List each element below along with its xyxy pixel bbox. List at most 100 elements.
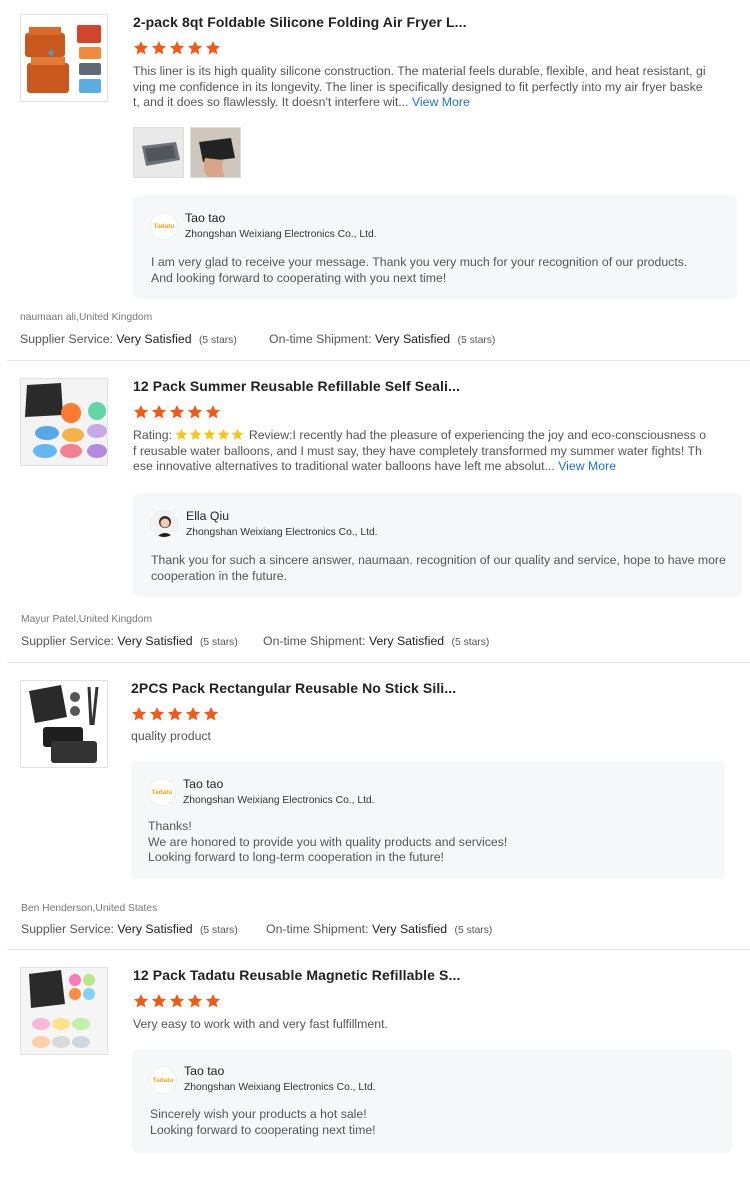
tadatu-logo-icon: Tadatu xyxy=(151,788,173,796)
shipment-value: Very Satisfied xyxy=(368,634,445,648)
supplier-service-stars: (5 stars) xyxy=(199,335,237,346)
review-text: quality product xyxy=(131,729,211,743)
star-icon xyxy=(205,41,221,55)
supplier-service-label: Supplier Service: xyxy=(20,332,113,346)
review-text: This liner is its high quality silicone … xyxy=(133,64,708,111)
shipment-label: On-time Shipment: xyxy=(266,922,369,936)
supplier-service: Supplier Service: Very Satisfied (5 star… xyxy=(21,634,238,648)
product-thumbnail[interactable] xyxy=(20,14,108,102)
star-icon xyxy=(151,41,167,55)
supplier-service: Supplier Service: Very Satisfied (5 star… xyxy=(21,922,238,936)
shipment-stars: (5 stars) xyxy=(451,637,490,648)
star-icon xyxy=(190,428,202,440)
shipment-stars: (5 stars) xyxy=(457,335,496,346)
product-title[interactable]: 12 Pack Tadatu Reusable Magnetic Refilla… xyxy=(133,967,460,983)
star-icon xyxy=(169,994,185,1008)
seller-avatar: Tadatu xyxy=(150,212,178,240)
seller-reply: Tadatu Tao tao Zhongshan Weixiang Electr… xyxy=(132,1049,732,1153)
seller-name: Tao tao xyxy=(185,211,226,225)
review-card: 12 Pack Summer Reusable Refillable Self … xyxy=(0,361,750,662)
seller-reply-text: Sincerely wish your products a hot sale!… xyxy=(150,1107,376,1137)
review-rating-prefix: Rating: xyxy=(133,428,172,442)
star-icon xyxy=(151,994,167,1008)
product-title[interactable]: 2PCS Pack Rectangular Reusable No Stick … xyxy=(131,680,456,696)
seller-reply: Ella Qiu Zhongshan Weixiang Electronics … xyxy=(133,493,742,597)
star-icon xyxy=(149,707,165,721)
seller-reply: Tadatu Tao tao Zhongshan Weixiang Electr… xyxy=(133,195,737,299)
on-time-shipment: On-time Shipment: Very Satisfied (5 star… xyxy=(263,634,489,648)
supplier-service: Supplier Service: Very Satisfied (5 star… xyxy=(20,332,237,346)
seller-avatar xyxy=(150,510,178,538)
supplier-service-value: Very Satisfied xyxy=(117,634,193,648)
seller-reply: Tadatu Tao tao Zhongshan Weixiang Electr… xyxy=(131,761,725,879)
review-card: 2-pack 8qt Foldable Silicone Folding Air… xyxy=(0,0,750,360)
supplier-service-stars: (5 stars) xyxy=(200,925,238,936)
review-card: 12 Pack Tadatu Reusable Magnetic Refilla… xyxy=(0,950,750,1179)
star-icon xyxy=(187,41,203,55)
review-text: Very easy to work with and very fast ful… xyxy=(133,1017,388,1031)
review-photo[interactable] xyxy=(190,127,241,178)
product-thumbnail[interactable] xyxy=(20,680,108,768)
star-icon xyxy=(203,707,219,721)
seller-reply-text: Thank you for such a sincere answer, nau… xyxy=(151,553,726,583)
star-icon xyxy=(133,405,149,419)
seller-company: Zhongshan Weixiang Electronics Co., Ltd. xyxy=(185,229,377,240)
supplier-service-stars: (5 stars) xyxy=(200,637,238,648)
product-title[interactable]: 12 Pack Summer Reusable Refillable Self … xyxy=(133,378,460,394)
star-icon xyxy=(169,405,185,419)
on-time-shipment: On-time Shipment: Very Satisfied (5 star… xyxy=(266,922,492,936)
seller-reply-text: I am very glad to receive your message. … xyxy=(151,255,688,285)
seller-company: Zhongshan Weixiang Electronics Co., Ltd. xyxy=(183,795,375,806)
supplier-service-value: Very Satisfied xyxy=(116,332,192,346)
star-icon xyxy=(185,707,201,721)
star-icon xyxy=(169,41,185,55)
on-time-shipment: On-time Shipment: Very Satisfied (5 star… xyxy=(269,332,495,346)
review-text: Rating: Review:I recently had the pleasu… xyxy=(133,428,708,475)
rating-stars xyxy=(131,706,219,722)
seller-avatar: Tadatu xyxy=(149,1066,177,1094)
shipment-label: On-time Shipment: xyxy=(269,332,372,346)
star-icon xyxy=(232,428,244,440)
star-icon xyxy=(133,994,149,1008)
review-card: 2PCS Pack Rectangular Reusable No Stick … xyxy=(0,663,750,949)
seller-avatar: Tadatu xyxy=(148,778,176,806)
shipment-stars: (5 stars) xyxy=(454,925,493,936)
product-title[interactable]: 2-pack 8qt Foldable Silicone Folding Air… xyxy=(133,14,467,30)
star-icon xyxy=(204,428,216,440)
supplier-service-value: Very Satisfied xyxy=(117,922,193,936)
seller-name: Ella Qiu xyxy=(186,509,230,523)
tadatu-logo-icon: Tadatu xyxy=(152,1076,174,1084)
reviewer-name: Ben Henderson,United States xyxy=(21,903,158,914)
reviewer-name: Mayur Patel,United Kingdom xyxy=(21,614,153,625)
star-icon xyxy=(131,707,147,721)
view-more-link[interactable]: View More xyxy=(412,95,470,109)
star-icon xyxy=(167,707,183,721)
star-icon xyxy=(218,428,230,440)
person-avatar-icon xyxy=(151,511,177,537)
inline-stars xyxy=(175,428,248,442)
view-more-link[interactable]: View More xyxy=(558,459,616,473)
star-icon xyxy=(133,41,149,55)
star-icon xyxy=(205,405,221,419)
shipment-value: Very Satisfied xyxy=(371,922,448,936)
seller-name: Tao tao xyxy=(183,777,224,791)
supplier-service-label: Supplier Service: xyxy=(21,634,114,648)
star-icon xyxy=(151,405,167,419)
shipment-value: Very Satisfied xyxy=(374,332,451,346)
reviewer-name: naumaan ali,United Kingdom xyxy=(20,312,153,323)
seller-company: Zhongshan Weixiang Electronics Co., Ltd. xyxy=(184,1082,376,1093)
product-thumbnail[interactable] xyxy=(20,378,108,466)
star-icon xyxy=(187,405,203,419)
seller-company: Zhongshan Weixiang Electronics Co., Ltd. xyxy=(186,527,378,538)
seller-reply-text: Thanks! We are honored to provide you wi… xyxy=(148,819,508,864)
rating-stars xyxy=(133,993,221,1009)
rating-stars xyxy=(133,40,221,56)
tadatu-logo-icon: Tadatu xyxy=(153,222,175,230)
review-photo[interactable] xyxy=(133,127,184,178)
rating-stars xyxy=(133,404,221,420)
shipment-label: On-time Shipment: xyxy=(263,634,366,648)
star-icon xyxy=(187,994,203,1008)
star-icon xyxy=(205,994,221,1008)
seller-name: Tao tao xyxy=(184,1064,225,1078)
product-thumbnail[interactable] xyxy=(20,967,108,1055)
